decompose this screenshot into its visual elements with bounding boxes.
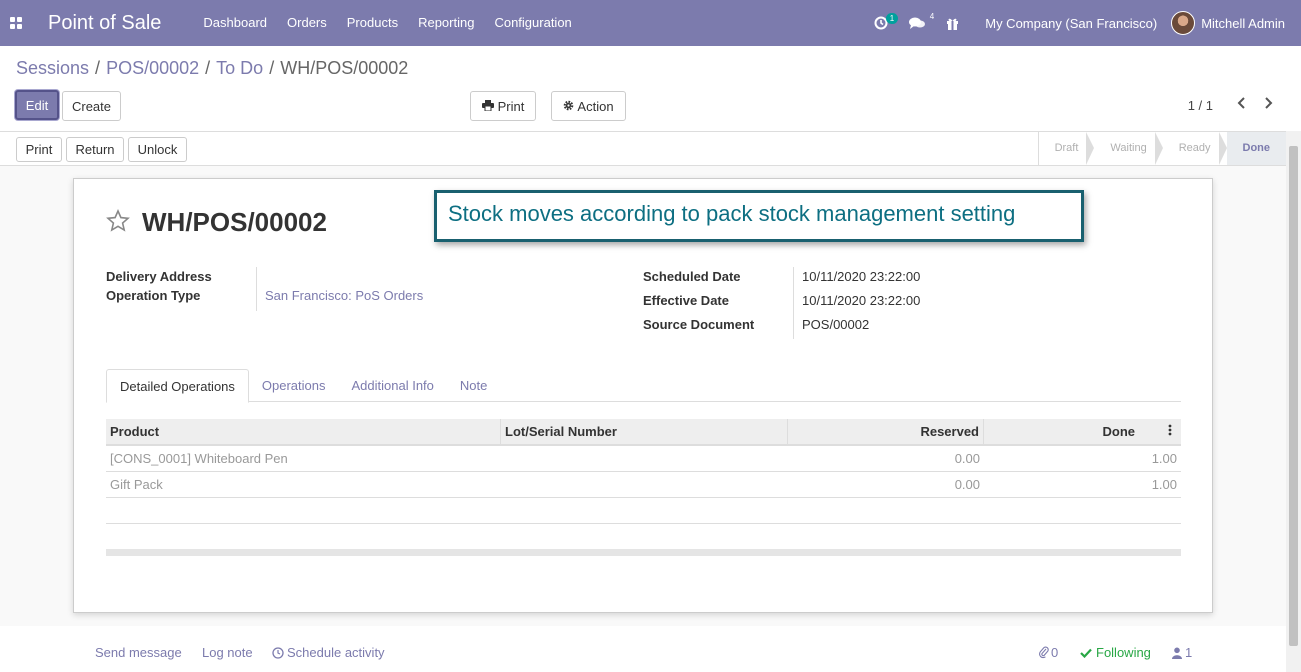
operation-type-label: Operation Type: [106, 288, 201, 303]
paperclip-icon: [1039, 646, 1049, 659]
tab-detailed-operations[interactable]: Detailed Operations: [106, 369, 249, 403]
breadcrumb-sessions[interactable]: Sessions: [16, 58, 89, 79]
menu-dashboard[interactable]: Dashboard: [193, 0, 277, 46]
print-dropdown-button[interactable]: Print: [470, 91, 536, 121]
user-name: Mitchell Admin: [1201, 15, 1285, 31]
message-count-badge: 4: [929, 12, 935, 21]
menu-configuration[interactable]: Configuration: [484, 0, 581, 46]
record-title: WH/POS/00002: [142, 207, 327, 237]
create-button[interactable]: Create: [62, 91, 121, 121]
attachments-button[interactable]: 0: [1039, 645, 1058, 660]
print-label: Print: [497, 98, 525, 114]
form-sheet: WH/POS/00002 Stock moves according to pa…: [73, 178, 1213, 613]
following-button[interactable]: Following: [1080, 645, 1151, 660]
clock-icon: [272, 646, 284, 659]
followers-button[interactable]: 1: [1172, 645, 1192, 660]
attachments-count: 0: [1051, 645, 1059, 660]
column-reserved[interactable]: Reserved: [788, 419, 984, 444]
breadcrumb-separator: /: [95, 58, 101, 78]
table-row[interactable]: [CONS_0001] Whiteboard Pen 0.00 1.00: [106, 446, 1181, 472]
cell-reserved: 0.00: [954, 451, 980, 466]
source-document-label: Source Document: [643, 317, 755, 332]
menu-products[interactable]: Products: [337, 0, 408, 46]
page-scrollbar[interactable]: [1286, 131, 1301, 672]
stage-pipeline: Draft Waiting Ready Done: [1037, 132, 1286, 165]
breadcrumb-separator: /: [205, 58, 211, 78]
gift-icon[interactable]: [936, 0, 969, 46]
column-product[interactable]: Product: [106, 419, 501, 444]
column-lot-serial[interactable]: Lot/Serial Number: [501, 419, 788, 444]
operations-table: Product Lot/Serial Number Reserved Done …: [106, 419, 1181, 556]
stage-waiting: Waiting: [1086, 132, 1162, 165]
action-dropdown-button[interactable]: Action: [551, 91, 626, 121]
main-menu: Dashboard Orders Products Reporting Conf…: [193, 0, 581, 46]
unlock-button[interactable]: Unlock: [128, 137, 187, 162]
menu-reporting[interactable]: Reporting: [408, 0, 484, 46]
table-footer: [106, 549, 1181, 556]
scrollbar-thumb[interactable]: [1289, 146, 1298, 646]
activity-count-badge: 1: [885, 13, 899, 24]
menu-orders[interactable]: Orders: [277, 0, 337, 46]
gear-icon: [563, 99, 574, 114]
pager-previous-icon[interactable]: [1236, 96, 1246, 115]
scheduled-date-value: 10/11/2020 23:22:00: [802, 269, 921, 284]
breadcrumb-separator: /: [269, 58, 275, 78]
top-navbar: Point of Sale Dashboard Orders Products …: [0, 0, 1301, 46]
optional-columns-icon[interactable]: [1159, 419, 1181, 444]
cell-reserved: 0.00: [954, 477, 980, 492]
effective-date-label: Effective Date: [643, 293, 729, 308]
delivery-address-label: Delivery Address: [106, 269, 212, 284]
log-note-button[interactable]: Log note: [202, 645, 253, 660]
messaging-icon[interactable]: 4: [898, 0, 936, 46]
tab-operations[interactable]: Operations: [249, 369, 339, 401]
stage-done: Done: [1218, 132, 1286, 165]
pager-value[interactable]: 1 / 1: [1188, 98, 1213, 113]
schedule-activity-label: Schedule activity: [287, 645, 385, 660]
effective-date-value: 10/11/2020 23:22:00: [802, 293, 921, 308]
app-name[interactable]: Point of Sale: [48, 12, 161, 35]
breadcrumb-to-do[interactable]: To Do: [216, 58, 263, 79]
breadcrumb: Sessions / POS/00002 / To Do / WH/POS/00…: [16, 58, 408, 79]
company-switcher[interactable]: My Company (San Francisco): [969, 16, 1171, 31]
send-message-button[interactable]: Send message: [95, 645, 182, 660]
cell-done: 1.00: [1151, 451, 1177, 466]
return-button[interactable]: Return: [66, 137, 124, 162]
tab-note[interactable]: Note: [447, 369, 500, 401]
user-menu[interactable]: Mitchell Admin: [1171, 11, 1301, 35]
cell-lot-serial: [501, 472, 788, 497]
breadcrumb-current: WH/POS/00002: [280, 58, 409, 78]
column-done[interactable]: Done: [984, 419, 1159, 444]
cell-done: 1.00: [1151, 477, 1177, 492]
activity-icon[interactable]: 1: [864, 0, 899, 46]
avatar: [1171, 11, 1196, 35]
print-icon: [481, 99, 494, 114]
operation-type-value[interactable]: San Francisco: PoS Orders: [265, 288, 423, 303]
notebook-tabs: Detailed Operations Operations Additiona…: [106, 369, 1181, 403]
user-icon: [1172, 647, 1182, 659]
annotation-callout: Stock moves according to pack stock mana…: [434, 190, 1084, 242]
schedule-activity-button[interactable]: Schedule activity: [272, 645, 385, 660]
table-header: Product Lot/Serial Number Reserved Done: [106, 419, 1181, 446]
status-bar: Print Return Unlock Draft Waiting Ready …: [0, 131, 1286, 166]
edit-button[interactable]: Edit: [15, 90, 59, 120]
breadcrumb-pos-session[interactable]: POS/00002: [106, 58, 199, 79]
cell-product: [CONS_0001] Whiteboard Pen: [110, 451, 288, 466]
star-icon[interactable]: [106, 209, 130, 240]
cell-lot-serial: [501, 446, 788, 471]
tab-additional-info[interactable]: Additional Info: [339, 369, 447, 401]
source-document-value: POS/00002: [802, 317, 870, 332]
pager-next-icon[interactable]: [1264, 96, 1274, 115]
apps-menu-icon[interactable]: [0, 0, 32, 46]
scheduled-date-label: Scheduled Date: [643, 269, 741, 284]
table-row-empty: [106, 498, 1181, 524]
stage-ready: Ready: [1154, 132, 1227, 165]
print-button[interactable]: Print: [16, 137, 62, 162]
check-icon: [1080, 648, 1092, 658]
action-label: Action: [577, 98, 614, 114]
followers-count: 1: [1185, 645, 1193, 660]
table-row[interactable]: Gift Pack 0.00 1.00: [106, 472, 1181, 498]
cell-product: Gift Pack: [110, 477, 163, 492]
following-label: Following: [1096, 645, 1151, 660]
